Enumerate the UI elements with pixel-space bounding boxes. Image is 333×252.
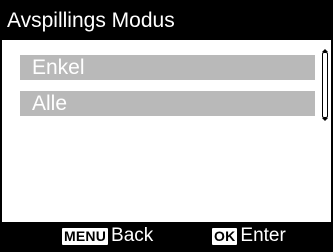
menu-item-alle[interactable]: Alle bbox=[20, 91, 315, 116]
menu-list: Enkel Alle bbox=[20, 55, 315, 127]
footer-bar: MENU Back OK Enter bbox=[2, 222, 331, 250]
menu-key-badge: MENU bbox=[62, 227, 109, 245]
menu-item-label: Enkel bbox=[32, 56, 85, 79]
back-label: Back bbox=[111, 225, 154, 246]
title-bar: Avspillings Modus bbox=[2, 2, 331, 40]
scrollbar[interactable] bbox=[322, 49, 328, 121]
enter-button[interactable]: OK Enter bbox=[212, 222, 286, 250]
page-title: Avspillings Modus bbox=[7, 9, 175, 32]
enter-label: Enter bbox=[240, 225, 286, 246]
ok-key-badge: OK bbox=[212, 227, 238, 245]
scroll-up-icon bbox=[322, 49, 328, 52]
scroll-down-icon bbox=[322, 118, 328, 121]
menu-item-label: Alle bbox=[32, 92, 68, 115]
menu-item-enkel[interactable]: Enkel bbox=[20, 55, 315, 80]
back-button[interactable]: MENU Back bbox=[62, 222, 153, 250]
playback-mode-screen: Avspillings Modus Enkel Alle MENU Back O… bbox=[0, 0, 333, 252]
